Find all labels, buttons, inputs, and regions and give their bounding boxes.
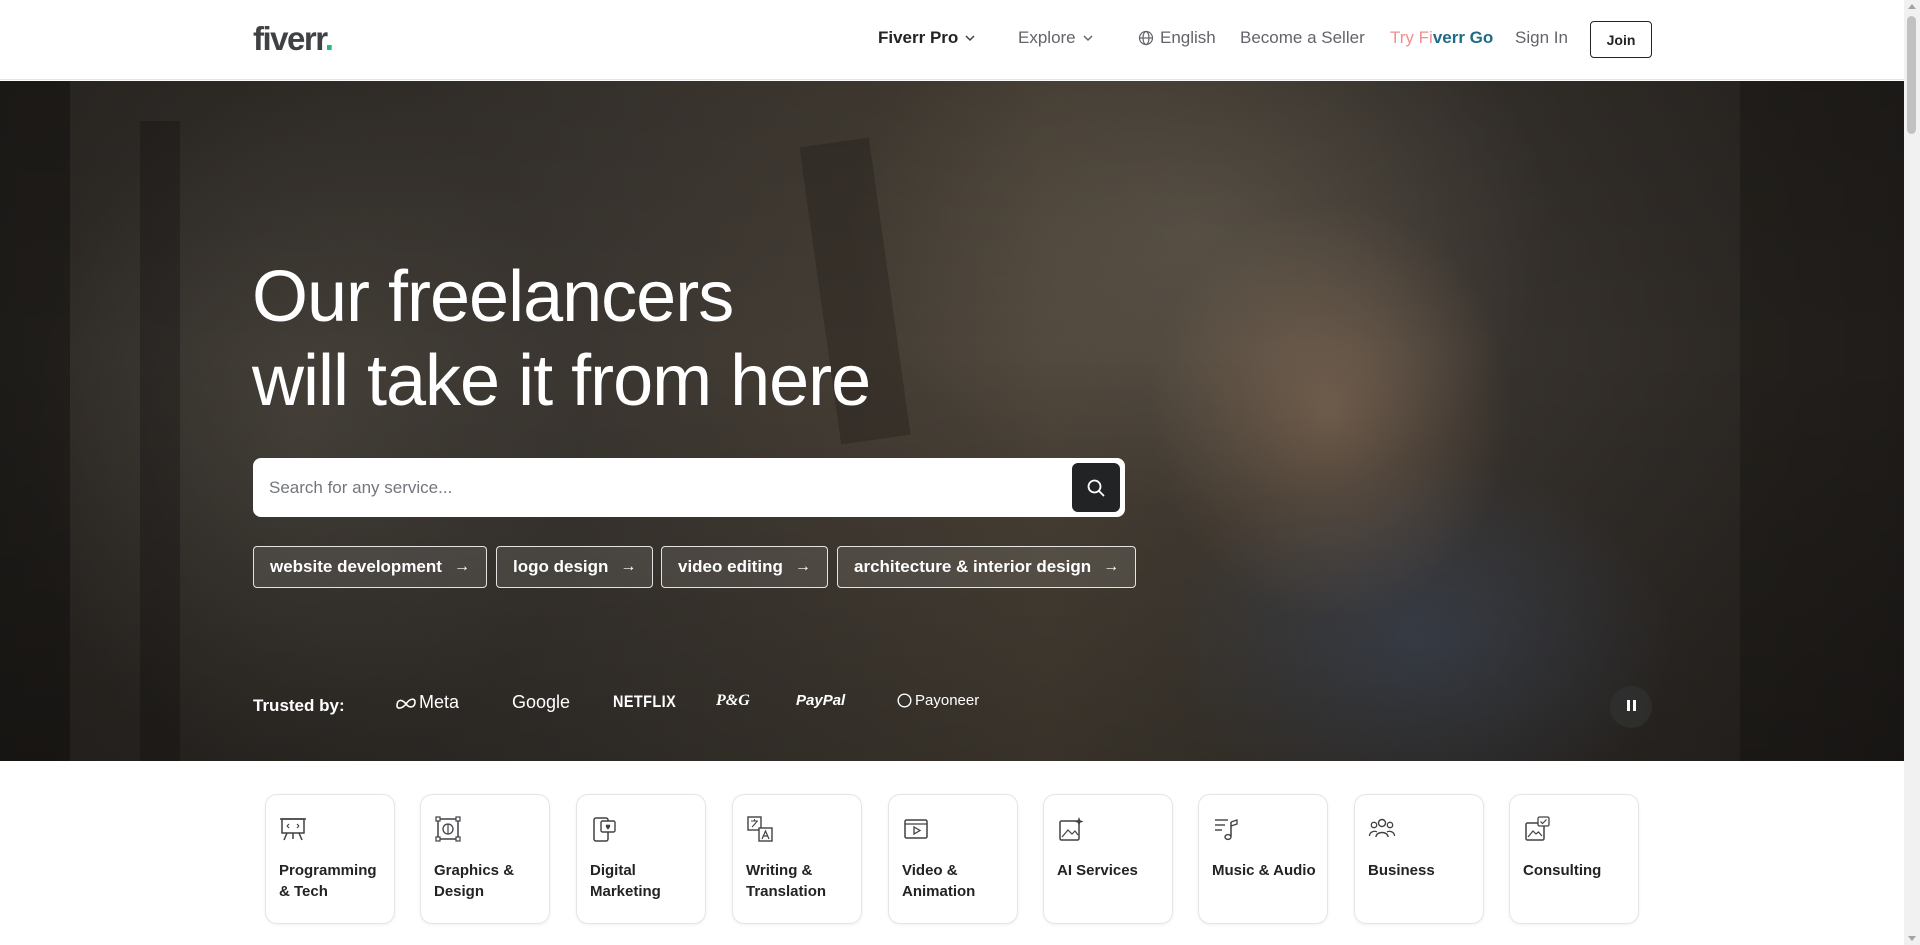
- chip-label[interactable]: logo design: [513, 557, 608, 577]
- pause-video-button[interactable]: [1610, 686, 1652, 728]
- hero-title: Our freelancers will take it from here: [252, 255, 871, 423]
- scroll-up-arrow-icon[interactable]: [1908, 4, 1916, 9]
- category-card-graphics-design[interactable]: Graphics & Design: [420, 794, 550, 924]
- category-card-video-animation[interactable]: Video & Animation: [888, 794, 1018, 924]
- meta-infinity-icon: [396, 697, 416, 709]
- logo-text[interactable]: fiverr: [253, 20, 326, 57]
- brand-meta-text: Meta: [419, 692, 460, 712]
- nav-fiverr-pro-label[interactable]: Fiverr Pro: [878, 28, 958, 48]
- category-label[interactable]: Video & Animation: [902, 860, 1012, 902]
- hero-banner: Our freelancers will take it from here: [0, 81, 1904, 761]
- nav-fiverr-pro[interactable]: Fiverr Pro: [878, 28, 976, 48]
- nav-language[interactable]: English: [1138, 28, 1216, 48]
- hero-title-line1: Our freelancers: [252, 257, 734, 337]
- chip-video-editing[interactable]: video editing →: [661, 546, 828, 588]
- nav-explore-label[interactable]: Explore: [1018, 28, 1076, 48]
- brand-logo-meta: Meta: [395, 692, 459, 713]
- chevron-down-icon: [965, 35, 975, 42]
- brand-logo-google: Google: [512, 692, 571, 712]
- category-card-ai-services[interactable]: AI Services: [1043, 794, 1173, 924]
- scroll-down-arrow-icon[interactable]: [1908, 936, 1916, 941]
- category-label[interactable]: Programming & Tech: [279, 860, 389, 902]
- arrow-right-icon: →: [1103, 558, 1120, 575]
- chip-label[interactable]: architecture & interior design: [854, 557, 1091, 577]
- trusted-by-label: Trusted by:: [253, 696, 345, 715]
- category-card-writing-translation[interactable]: Writing & Translation: [732, 794, 862, 924]
- chip-logo-design[interactable]: logo design →: [496, 546, 654, 588]
- search-icon: [1087, 479, 1105, 496]
- try-go-label-b[interactable]: verr Go: [1433, 28, 1493, 48]
- chip-website-development[interactable]: website development →: [253, 546, 487, 588]
- search-button[interactable]: [1072, 463, 1120, 512]
- category-label[interactable]: Graphics & Design: [434, 860, 544, 902]
- pause-icon: [1625, 698, 1637, 716]
- video-play-icon: [904, 819, 928, 839]
- fiverr-logo[interactable]: fiverr.: [253, 20, 334, 58]
- category-card-programming-tech[interactable]: Programming & Tech: [265, 794, 395, 924]
- category-label[interactable]: Consulting: [1523, 860, 1633, 881]
- top-header: fiverr. Fiverr Pro Explore English Becom…: [0, 0, 1904, 80]
- nav-become-seller-label[interactable]: Become a Seller: [1240, 28, 1365, 48]
- brand-logo-paypal: PayPal: [796, 692, 846, 709]
- search-input[interactable]: [269, 458, 1049, 517]
- consulting-image-icon: [1525, 816, 1550, 841]
- search-bar: [253, 458, 1125, 517]
- nav-language-label[interactable]: English: [1160, 28, 1216, 48]
- category-card-business[interactable]: Business: [1354, 794, 1484, 924]
- nav-try-fiverr-go[interactable]: Try Fi verr Go: [1390, 28, 1493, 48]
- arrow-right-icon: →: [794, 558, 811, 575]
- category-label[interactable]: Business: [1368, 860, 1478, 881]
- nav-sign-in[interactable]: Sign In: [1515, 28, 1568, 48]
- category-label[interactable]: Writing & Translation: [746, 860, 856, 902]
- design-frame-icon: [435, 816, 461, 842]
- chip-label[interactable]: website development: [270, 557, 442, 577]
- music-note-icon: [1215, 819, 1238, 841]
- category-card-consulting[interactable]: Consulting: [1509, 794, 1639, 924]
- brand-logo-netflix: NETFLIX: [613, 692, 677, 711]
- phone-heart-icon: [593, 817, 616, 842]
- translate-icon: [747, 816, 773, 842]
- chevron-down-icon: [1083, 35, 1093, 42]
- arrow-right-icon: →: [620, 558, 637, 575]
- category-label[interactable]: AI Services: [1057, 860, 1167, 881]
- brand-logo-payoneer: Payoneer: [897, 692, 979, 709]
- category-card-digital-marketing[interactable]: Digital Marketing: [576, 794, 706, 924]
- nav-explore[interactable]: Explore: [1018, 28, 1094, 48]
- page-scrollbar[interactable]: [1904, 0, 1920, 945]
- join-button[interactable]: Join: [1590, 21, 1652, 58]
- nav-sign-in-label[interactable]: Sign In: [1515, 28, 1568, 48]
- try-go-label-a[interactable]: Try Fi: [1390, 28, 1433, 48]
- category-card-music-audio[interactable]: Music & Audio: [1198, 794, 1328, 924]
- brand-payoneer-text: Payoneer: [915, 692, 980, 709]
- nav-become-seller[interactable]: Become a Seller: [1240, 28, 1365, 48]
- people-group-icon: [1368, 818, 1396, 838]
- category-label[interactable]: Digital Marketing: [590, 860, 700, 902]
- globe-icon: [1138, 30, 1154, 46]
- hero-title-line2: will take it from here: [252, 341, 871, 421]
- page: fiverr. Fiverr Pro Explore English Becom…: [0, 0, 1920, 945]
- brand-logo-pg: P&G: [716, 692, 750, 709]
- logo-dot[interactable]: .: [325, 20, 334, 57]
- scrollbar-thumb[interactable]: [1907, 16, 1916, 134]
- chip-architecture-interior-design[interactable]: architecture & interior design →: [837, 546, 1137, 588]
- category-label[interactable]: Music & Audio: [1212, 860, 1322, 881]
- chip-label[interactable]: video editing: [678, 557, 783, 577]
- arrow-right-icon: →: [453, 558, 470, 575]
- ai-image-icon: [1059, 817, 1084, 841]
- presentation-board-icon: [280, 818, 306, 841]
- payoneer-circle-icon: [897, 693, 912, 708]
